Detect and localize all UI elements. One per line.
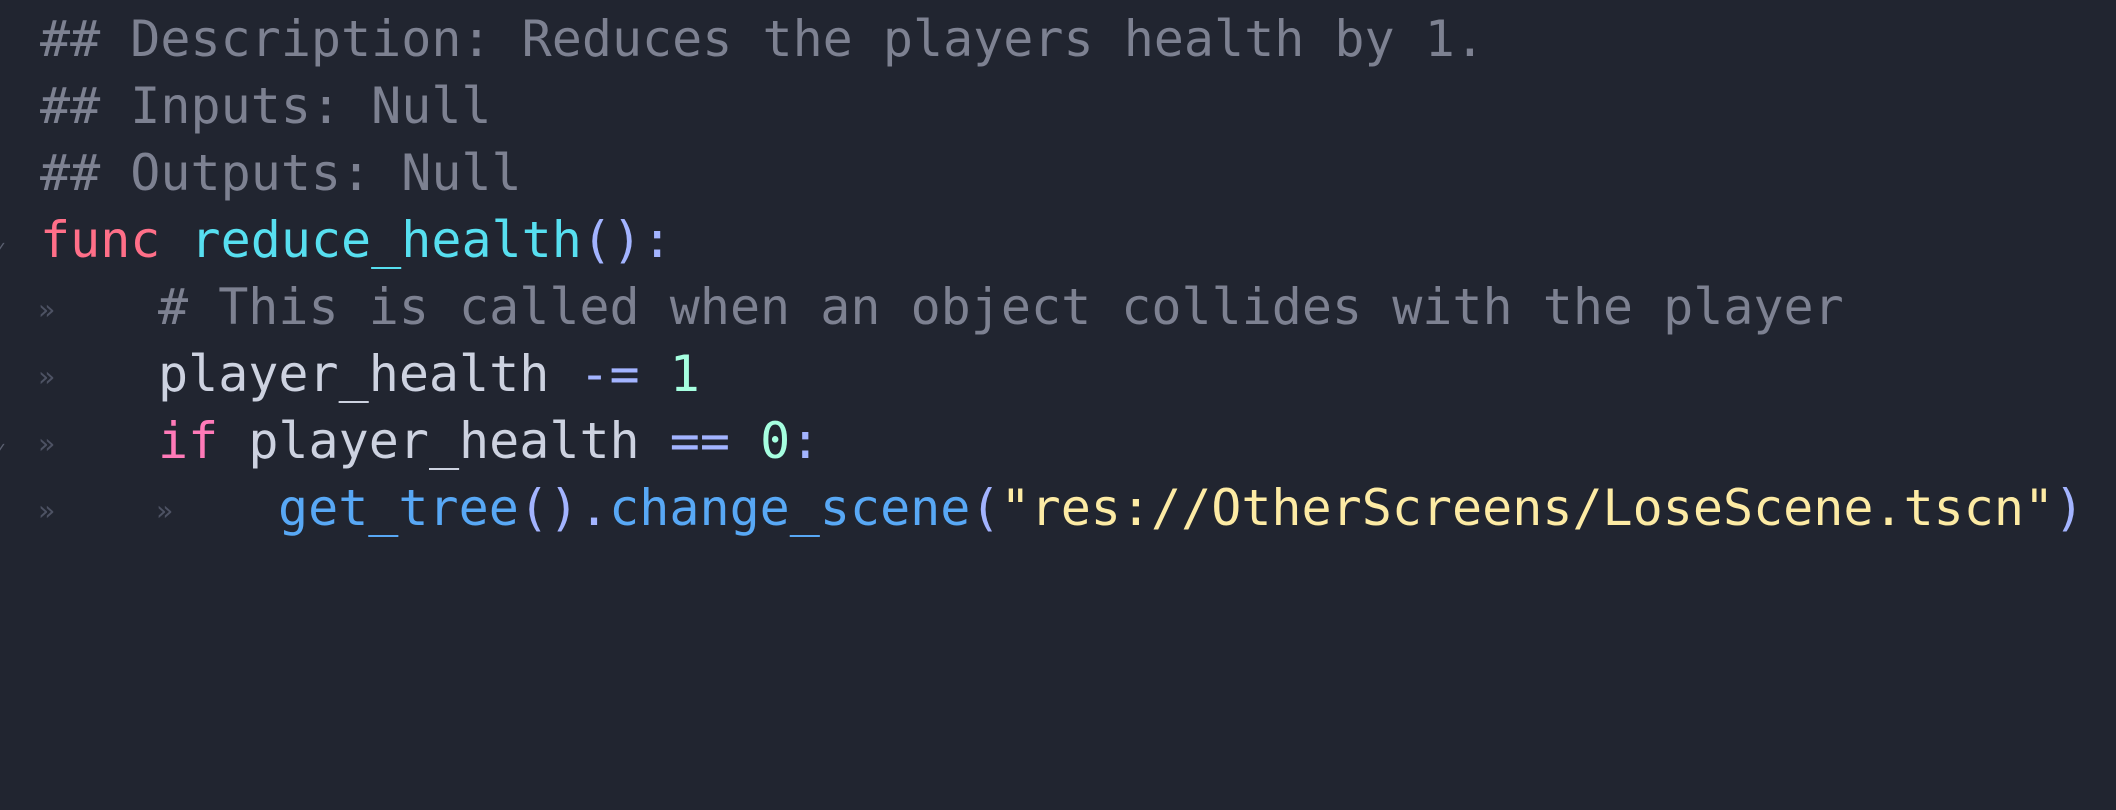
function-name: reduce_health — [190, 211, 582, 269]
tab-indent-icon: » — [38, 360, 55, 393]
number-literal: 0 — [760, 412, 791, 470]
fold-chevron-icon[interactable]: ⌄ — [0, 408, 6, 475]
operator: -= — [579, 345, 640, 403]
code-line-3[interactable]: ## Outputs: Null — [0, 140, 2116, 207]
doc-comment-inputs: ## Inputs: Null — [40, 77, 492, 135]
code-line-8[interactable]: » » get_tree().change_scene("res://Other… — [0, 475, 2116, 542]
number-literal: 1 — [669, 345, 700, 403]
tab-indent-icon: » — [38, 494, 55, 527]
tab-indent-icon: » — [38, 427, 55, 460]
operator: == — [669, 412, 730, 470]
tab-indent-icon: » — [156, 494, 173, 527]
tab-indent-icon: » — [38, 293, 55, 326]
fold-chevron-icon[interactable]: ⌄ — [0, 207, 6, 274]
if-keyword: if — [158, 412, 219, 470]
code-line-2[interactable]: ## Inputs: Null — [0, 73, 2116, 140]
close-paren: ) — [2054, 479, 2085, 537]
colon: : — [642, 211, 673, 269]
identifier: player_health — [248, 412, 640, 470]
parens: () — [581, 211, 643, 269]
code-line-7[interactable]: ⌄ » if player_health == 0: — [0, 408, 2116, 475]
inline-comment: # This is called when an object collides… — [158, 278, 1844, 336]
code-line-4[interactable]: ⌄ func reduce_health(): — [0, 207, 2116, 274]
dot: . — [579, 479, 610, 537]
colon: : — [790, 412, 821, 470]
code-line-5[interactable]: » # This is called when an object collid… — [0, 274, 2116, 341]
code-line-1[interactable]: ## Description: Reduces the players heal… — [0, 6, 2116, 73]
call-change-scene: change_scene — [609, 479, 971, 537]
code-line-6[interactable]: » player_health -= 1 — [0, 341, 2116, 408]
open-paren: ( — [970, 479, 1001, 537]
string-literal: "res://OtherScreens/LoseScene.tscn" — [1000, 479, 2055, 537]
parens: () — [518, 479, 580, 537]
identifier: player_health — [158, 345, 550, 403]
code-editor[interactable]: ## Description: Reduces the players heal… — [0, 0, 2116, 558]
call-get-tree: get_tree — [278, 479, 519, 537]
func-keyword: func — [40, 211, 161, 269]
doc-comment-description: ## Description: Reduces the players heal… — [40, 10, 1485, 68]
doc-comment-outputs: ## Outputs: Null — [40, 144, 522, 202]
